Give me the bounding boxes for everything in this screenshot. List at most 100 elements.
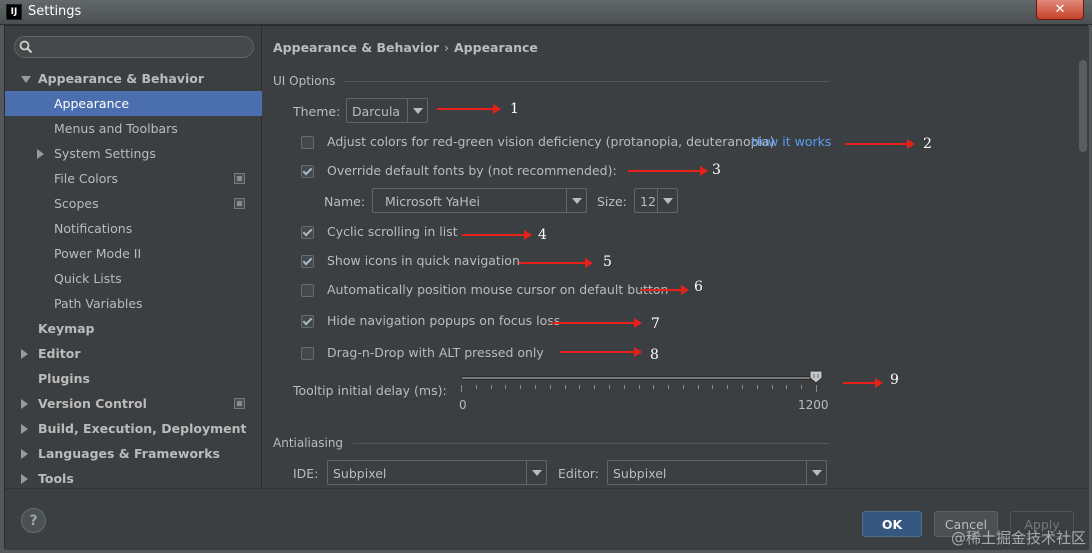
how-it-works-link[interactable]: How it works — [751, 134, 831, 149]
expand-arrow-right-icon[interactable] — [21, 449, 28, 459]
project-level-icon — [234, 198, 245, 209]
editor-aa-combo[interactable]: Subpixel — [607, 460, 827, 485]
tooltip-min-label: 0 — [459, 398, 467, 412]
slider-tick — [609, 385, 610, 389]
expand-arrow-right-icon[interactable] — [21, 349, 28, 359]
sidebar-item-label: Editor — [38, 346, 81, 361]
sidebar-item[interactable]: System Settings — [5, 141, 262, 166]
theme-combo[interactable]: Darcula — [346, 98, 428, 123]
search-input[interactable] — [37, 39, 247, 55]
slider-tick — [772, 385, 773, 389]
font-size-label: Size: — [597, 194, 627, 209]
hide-popups-label: Hide navigation popups on focus loss — [327, 313, 561, 328]
annotation-arrow — [845, 139, 915, 149]
annotation-number: 1 — [510, 101, 519, 117]
slider-tick — [491, 385, 492, 389]
search-box[interactable] — [14, 36, 254, 58]
sidebar-item-label: Appearance — [54, 96, 130, 111]
sidebar-item[interactable]: Version Control — [5, 391, 262, 416]
help-button[interactable]: ? — [21, 508, 46, 533]
slider-tick — [550, 385, 551, 389]
sidebar-item[interactable]: Power Mode II — [5, 241, 262, 266]
chevron-down-icon — [572, 198, 582, 204]
font-size-value: 12 — [640, 194, 656, 209]
sidebar-item-label: Build, Execution, Deployment — [38, 421, 247, 436]
slider-tick — [698, 385, 699, 389]
title-bar: IJ Settings ✕ — [0, 0, 1092, 25]
font-name-combo[interactable]: Microsoft YaHei — [372, 188, 587, 213]
adjust-colors-checkbox[interactable] — [301, 136, 314, 149]
font-size-combo[interactable]: 12 — [634, 188, 678, 213]
auto-position-checkbox[interactable] — [301, 284, 314, 297]
vertical-scrollbar[interactable] — [1079, 60, 1087, 152]
checkmark-icon — [302, 315, 313, 326]
expand-arrow-right-icon[interactable] — [21, 474, 28, 484]
drag-n-drop-checkbox[interactable] — [301, 347, 314, 360]
expand-arrow-down-icon[interactable] — [21, 76, 31, 83]
drag-n-drop-row[interactable]: Drag-n-Drop with ALT pressed only — [301, 344, 561, 364]
slider-thumb-icon[interactable] — [809, 370, 823, 384]
sidebar-item[interactable]: Appearance & Behavior — [5, 66, 262, 91]
ide-aa-value: Subpixel — [333, 466, 387, 481]
settings-tree: Appearance & Behavior Appearance Menus and… — [5, 66, 262, 491]
sidebar-item-label: Version Control — [38, 396, 147, 411]
override-fonts-checkbox[interactable] — [301, 165, 314, 178]
annotation-arrow — [641, 285, 689, 295]
settings-dialog: Appearance & Behavior Appearance Menus and… — [4, 25, 1089, 550]
antialiasing-title: Antialiasing — [273, 436, 344, 450]
annotation-number: 5 — [603, 254, 612, 270]
show-icons-row[interactable]: Show icons in quick navigation — [301, 252, 551, 272]
window-title: Settings — [28, 4, 82, 19]
slider-tick — [653, 385, 654, 389]
cyclic-scrolling-row[interactable]: Cyclic scrolling in list — [301, 223, 551, 243]
project-level-icon — [234, 173, 245, 184]
hide-popups-row[interactable]: Hide navigation popups on focus loss — [301, 312, 561, 332]
slider-tick — [461, 385, 462, 392]
sidebar-item[interactable]: Path Variables — [5, 291, 262, 316]
slider-tick — [801, 385, 802, 389]
slider-tick — [712, 385, 713, 389]
chevron-down-icon — [663, 198, 673, 204]
annotation-number: 2 — [923, 136, 932, 152]
tooltip-delay-slider[interactable] — [461, 376, 816, 380]
sidebar-item-label: Keymap — [38, 321, 95, 336]
annotation-number: 4 — [538, 227, 547, 243]
sidebar-item-label: Quick Lists — [54, 271, 122, 286]
sidebar-item[interactable]: Menus and Toolbars — [5, 116, 262, 141]
override-fonts-row[interactable]: Override default fonts by (not recommend… — [301, 162, 631, 182]
show-icons-checkbox[interactable] — [301, 255, 314, 268]
expand-arrow-right-icon[interactable] — [37, 149, 44, 159]
ide-aa-combo[interactable]: Subpixel — [327, 460, 547, 485]
chevron-down-icon — [532, 470, 542, 476]
expand-arrow-right-icon[interactable] — [21, 399, 28, 409]
tooltip-max-label: 1200 — [798, 398, 829, 412]
cyclic-scrolling-checkbox[interactable] — [301, 226, 314, 239]
sidebar-item[interactable]: File Colors — [5, 166, 262, 191]
sidebar-item[interactable]: Appearance — [5, 91, 262, 116]
hide-popups-checkbox[interactable] — [301, 315, 314, 328]
breadcrumb-parent[interactable]: Appearance & Behavior — [273, 40, 439, 55]
annotation-number: 9 — [890, 372, 899, 388]
expand-arrow-right-icon[interactable] — [21, 424, 28, 434]
intellij-logo-icon: IJ — [6, 4, 22, 20]
annotation-number: 6 — [694, 279, 703, 295]
sidebar-item[interactable]: Editor — [5, 341, 262, 366]
annotation-arrow — [519, 258, 593, 268]
sidebar-item[interactable]: Quick Lists — [5, 266, 262, 291]
sidebar-item[interactable]: Scopes — [5, 191, 262, 216]
theme-label: Theme: — [293, 104, 341, 119]
sidebar-item[interactable]: Notifications — [5, 216, 262, 241]
slider-tick — [786, 385, 787, 389]
sidebar-item[interactable]: Build, Execution, Deployment — [5, 416, 262, 441]
sidebar-item-label: Notifications — [54, 221, 133, 236]
sidebar-item[interactable]: Keymap — [5, 316, 262, 341]
slider-tick — [742, 385, 743, 389]
font-name-label: Name: — [324, 194, 366, 209]
project-level-icon — [234, 398, 245, 409]
sidebar-item[interactable]: Languages & Frameworks — [5, 441, 262, 466]
annotation-arrow — [628, 166, 708, 176]
ok-button[interactable]: OK — [862, 511, 922, 537]
close-button[interactable]: ✕ — [1036, 0, 1084, 20]
sidebar-item[interactable]: Plugins — [5, 366, 262, 391]
auto-position-row[interactable]: Automatically position mouse cursor on d… — [301, 281, 668, 301]
